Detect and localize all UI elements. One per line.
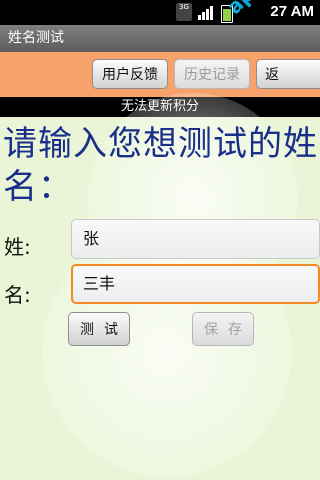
back-button[interactable]: 返 [256, 59, 320, 89]
status-time: 27 AM [270, 3, 314, 20]
test-button[interactable]: 测试 [68, 312, 130, 346]
prompt-text: 请输入您想测试的姓名： [3, 124, 318, 207]
givenname-label: 名: [4, 283, 31, 307]
feedback-button[interactable]: 用户反馈 [92, 59, 168, 89]
surname-label: 姓: [4, 235, 31, 259]
givenname-input[interactable]: 三丰 [71, 264, 320, 304]
signal-icon [198, 4, 216, 20]
app-title-bar: 姓名测试 [0, 25, 320, 52]
main-content: 请输入您想测试的姓名： 姓: 张 名: 三丰 测试 保存 [0, 93, 320, 480]
network-3g-icon: 3G [176, 3, 192, 21]
save-button[interactable]: 保存 [192, 312, 254, 346]
surname-input[interactable]: 张 [71, 219, 320, 259]
network-label: 3G [179, 3, 189, 11]
app-title: 姓名测试 [8, 30, 64, 46]
status-bar: 3G 27 AM [0, 0, 320, 25]
history-button[interactable]: 历史记录 [174, 59, 250, 89]
battery-icon [221, 5, 233, 23]
toolbar: 用户反馈 历史记录 返 [0, 52, 320, 97]
